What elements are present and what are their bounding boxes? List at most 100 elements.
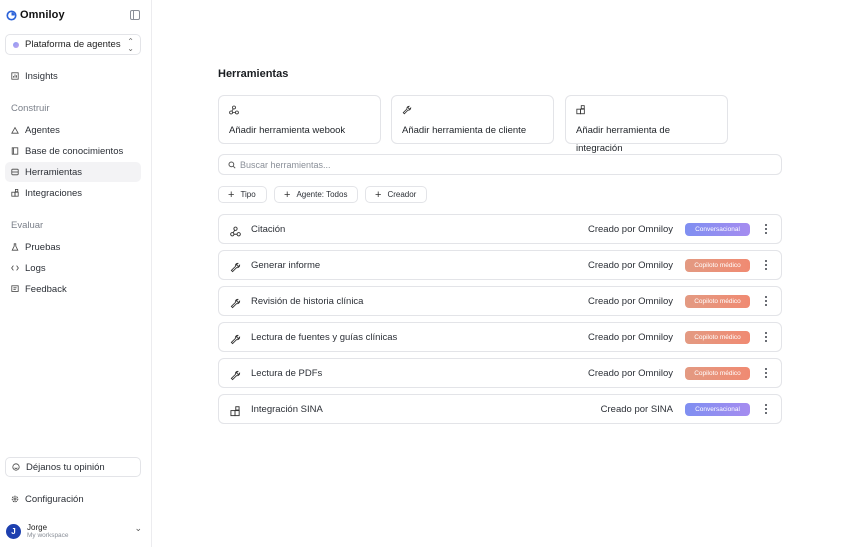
section-evaluate: Evaluar bbox=[11, 220, 44, 231]
chevron-updown-icon: ⌃ ⌄ bbox=[127, 37, 134, 53]
wrench-icon bbox=[230, 368, 241, 381]
add-client-tool-card[interactable]: Añadir herramienta de cliente bbox=[391, 95, 554, 144]
tool-creator: Creado por Omniloy bbox=[587, 260, 673, 271]
agent-badge: Conversacional bbox=[685, 223, 750, 236]
integration-blocks-icon bbox=[576, 105, 585, 115]
gear-icon bbox=[11, 495, 19, 503]
tool-name: Citación bbox=[251, 224, 286, 235]
more-vertical-icon[interactable] bbox=[763, 294, 769, 308]
filter-agente-button[interactable]: + Agente: Todos bbox=[274, 186, 359, 203]
user-workspace: My workspace bbox=[27, 531, 69, 539]
agent-icon bbox=[11, 126, 19, 134]
wrench-icon bbox=[402, 105, 412, 115]
workspace-selector[interactable]: Plataforma de agentes ⌃ ⌄ bbox=[5, 34, 141, 55]
tool-name: Revisión de historia clínica bbox=[251, 296, 364, 307]
add-webhook-tool-card[interactable]: Añadir herramienta webook bbox=[218, 95, 381, 144]
more-vertical-icon[interactable] bbox=[763, 258, 769, 272]
workspace-label: Plataforma de agentes bbox=[25, 39, 121, 50]
brand-name: Omniloy bbox=[20, 9, 65, 21]
agent-badge: Conversacional bbox=[685, 403, 750, 416]
more-vertical-icon[interactable] bbox=[763, 366, 769, 380]
tool-name: Lectura de fuentes y guías clínicas bbox=[251, 332, 398, 343]
agent-badge: Copiloto médico bbox=[685, 367, 750, 380]
flask-icon bbox=[11, 243, 19, 251]
tool-row[interactable]: Integración SINA Creado por SINA Conversac… bbox=[218, 394, 782, 424]
search-icon bbox=[228, 160, 236, 169]
tool-name: Lectura de PDFs bbox=[251, 368, 323, 379]
webhook-icon bbox=[229, 105, 239, 115]
message-square-icon bbox=[11, 285, 19, 292]
sidebar-item-label: Base de conocimientos bbox=[25, 145, 124, 157]
user-menu[interactable]: J Jorge My workspace ⌄ bbox=[6, 520, 142, 542]
wrench-icon bbox=[230, 332, 241, 345]
user-name: Jorge bbox=[27, 522, 48, 532]
filter-label: Creador bbox=[387, 190, 417, 199]
sidebar-item-knowledge-base[interactable]: Base de conocimientos bbox=[5, 141, 141, 161]
omniloy-logo-icon bbox=[6, 9, 17, 21]
tool-row[interactable]: Citación Creado por Omniloy Conversacional bbox=[218, 214, 782, 244]
tool-name: Integración SINA bbox=[251, 404, 323, 415]
tool-creator: Creado por Omniloy bbox=[587, 368, 673, 379]
sidebar-item-label: Pruebas bbox=[25, 241, 61, 253]
plus-icon: + bbox=[228, 188, 235, 201]
brand-logo[interactable]: Omniloy bbox=[6, 9, 65, 21]
card-label: Añadir herramienta de integración bbox=[576, 125, 670, 154]
plus-icon: + bbox=[284, 188, 291, 201]
card-label: Añadir herramienta de cliente bbox=[402, 125, 527, 136]
sidebar-collapse-icon[interactable] bbox=[130, 10, 140, 20]
tool-creator: Creado por Omniloy bbox=[587, 224, 673, 235]
sidebar-item-label: Herramientas bbox=[25, 166, 83, 178]
page-title: Herramientas bbox=[218, 68, 289, 80]
filter-label: Agente: Todos bbox=[296, 190, 348, 199]
more-vertical-icon[interactable] bbox=[763, 222, 769, 236]
sidebar-item-settings[interactable]: Configuración bbox=[5, 489, 84, 509]
feedback-label: Déjanos tu opinión bbox=[26, 461, 105, 473]
tool-creator: Creado por SINA bbox=[600, 404, 673, 415]
tool-name: Generar informe bbox=[251, 260, 321, 271]
wrench-icon bbox=[230, 296, 241, 309]
tool-creator: Creado por Omniloy bbox=[587, 296, 673, 307]
sidebar-item-agentes[interactable]: Agentes bbox=[5, 120, 141, 140]
sidebar-item-label: Integraciones bbox=[25, 187, 83, 199]
tool-row[interactable]: Generar informe Creado por Omniloy Copilot… bbox=[218, 250, 782, 280]
sidebar-item-feedback[interactable]: Feedback bbox=[5, 279, 141, 299]
tool-row[interactable]: Lectura de PDFs Creado por Omniloy Copilot… bbox=[218, 358, 782, 388]
tool-creator: Creado por Omniloy bbox=[587, 332, 673, 343]
search-box[interactable] bbox=[218, 154, 782, 175]
workspace-dot-icon bbox=[13, 41, 19, 48]
sidebar-item-insights[interactable]: Insights bbox=[5, 66, 141, 86]
section-build: Construir bbox=[11, 103, 50, 114]
add-integration-tool-card[interactable]: Añadir herramienta de integración bbox=[565, 95, 728, 154]
agent-badge: Copiloto médico bbox=[685, 259, 750, 272]
tool-row[interactable]: Lectura de fuentes y guías clínicas Cread… bbox=[218, 322, 782, 352]
sidebar-item-label: Logs bbox=[25, 262, 46, 274]
sidebar-item-label: Agentes bbox=[25, 124, 60, 136]
chart-icon bbox=[11, 72, 19, 80]
chevron-down-icon: ⌄ bbox=[134, 523, 142, 533]
sidebar-item-herramientas[interactable]: Herramientas bbox=[5, 162, 141, 182]
card-label: Añadir herramienta webook bbox=[229, 125, 346, 136]
search-input[interactable] bbox=[240, 159, 740, 170]
integration-blocks-icon bbox=[230, 404, 241, 417]
settings-label: Configuración bbox=[25, 493, 84, 505]
sidebar-item-logs[interactable]: Logs bbox=[5, 258, 141, 278]
more-vertical-icon[interactable] bbox=[763, 402, 769, 416]
tool-row[interactable]: Revisión de historia clínica Creado por O… bbox=[218, 286, 782, 316]
filter-tipo-button[interactable]: + Tipo bbox=[218, 186, 267, 203]
sidebar-item-integraciones[interactable]: Integraciones bbox=[5, 183, 141, 203]
avatar: J bbox=[6, 523, 21, 539]
tools-icon bbox=[11, 168, 19, 176]
code-arrows-icon bbox=[11, 265, 19, 271]
filter-creador-button[interactable]: + Creador bbox=[365, 186, 428, 203]
sidebar-item-label: Insights bbox=[25, 70, 58, 82]
sidebar-item-label: Feedback bbox=[25, 283, 67, 295]
agent-badge: Copiloto médico bbox=[685, 331, 750, 344]
sidebar-item-pruebas[interactable]: Pruebas bbox=[5, 237, 141, 257]
integration-icon bbox=[11, 189, 19, 197]
filter-label: Tipo bbox=[240, 190, 256, 199]
more-vertical-icon[interactable] bbox=[763, 330, 769, 344]
feedback-button[interactable]: Déjanos tu opinión bbox=[5, 457, 141, 477]
agent-badge: Copiloto médico bbox=[685, 295, 750, 308]
plus-icon: + bbox=[375, 188, 382, 201]
book-icon bbox=[11, 147, 19, 155]
